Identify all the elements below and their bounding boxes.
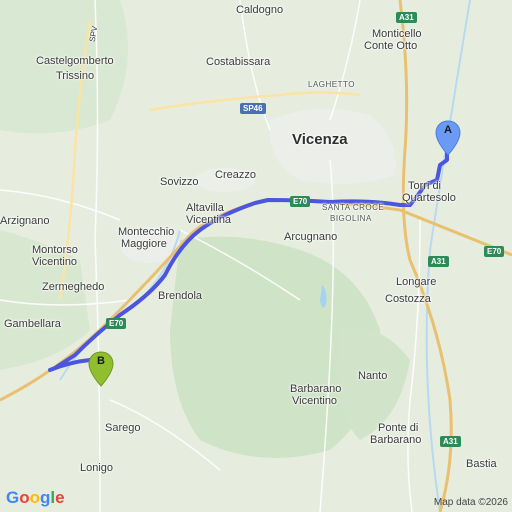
google-logo[interactable]: Google	[6, 488, 65, 508]
place-label-altavilla: Altavilla	[186, 202, 224, 214]
place-label-arzignano: Arzignano	[0, 215, 50, 227]
place-label-monticello: Monticello	[372, 28, 422, 40]
place-label-vicentino: Vicentino	[32, 256, 78, 268]
place-label-sovizzo: Sovizzo	[160, 176, 199, 188]
place-label-creazzo: Creazzo	[215, 169, 256, 181]
place-label-caldogno: Caldogno	[236, 4, 284, 16]
place-label-sarego: Sarego	[105, 422, 141, 434]
place-label-nanto: Nanto	[358, 370, 388, 382]
place-label-conte-otto: Conte Otto	[364, 40, 418, 52]
map-attribution[interactable]: Map data ©2026	[434, 497, 508, 508]
place-label-barbarano: Barbarano	[290, 383, 342, 395]
shield-sp46: SP46	[240, 103, 266, 114]
place-label-gambellara: Gambellara	[4, 318, 61, 330]
place-label-longare: Longare	[396, 276, 437, 288]
shield-a31-top: A31	[396, 12, 417, 23]
place-label-montecchio: Montecchio	[118, 226, 175, 238]
place-label-lonigo: Lonigo	[80, 462, 114, 474]
map-view[interactable]: Caldogno Monticello Conte Otto Castelgom…	[0, 0, 512, 512]
place-label-costabissara: Costabissara	[206, 56, 271, 68]
place-label-arcugnano: Arcugnano	[284, 231, 338, 243]
place-label-barbarano-2: Barbarano	[370, 434, 422, 446]
place-label-zermeghedo: Zermeghedo	[42, 281, 105, 293]
place-label-vicenza: Vicenza	[292, 131, 348, 148]
place-label-brendola: Brendola	[158, 290, 203, 302]
marker-a[interactable]: A	[435, 120, 461, 156]
marker-b-label: B	[97, 355, 105, 367]
place-label-laghetto: LAGHETTO	[308, 80, 355, 89]
place-label-bigolina: BIGOLINA	[330, 214, 372, 223]
place-label-quartesolo: Quartesolo	[402, 192, 456, 204]
shield-e70-mid: E70	[290, 196, 311, 207]
place-label-castelgomberto: Castelgomberto	[36, 55, 114, 67]
place-label-costozza: Costozza	[385, 293, 431, 305]
shield-e70-right: E70	[484, 246, 505, 257]
marker-a-label: A	[444, 124, 452, 136]
place-label-trissino: Trissino	[56, 70, 95, 82]
place-label-maggiore: Maggiore	[121, 238, 167, 250]
place-label-montorso: Montorso	[32, 244, 78, 256]
shield-e70-left: E70	[106, 318, 127, 329]
shield-a31-bottom: A31	[440, 436, 461, 447]
place-label-torri: Torri di	[408, 180, 442, 192]
shield-a31-mid: A31	[428, 256, 449, 267]
place-label-barbarano-vicentino: Vicentino	[292, 395, 338, 407]
place-label-bastia: Bastia	[466, 458, 497, 470]
place-label-ponte-di: Ponte di	[378, 422, 419, 434]
marker-b[interactable]: B	[88, 351, 114, 387]
place-label-vicentina: Vicentina	[186, 214, 232, 226]
